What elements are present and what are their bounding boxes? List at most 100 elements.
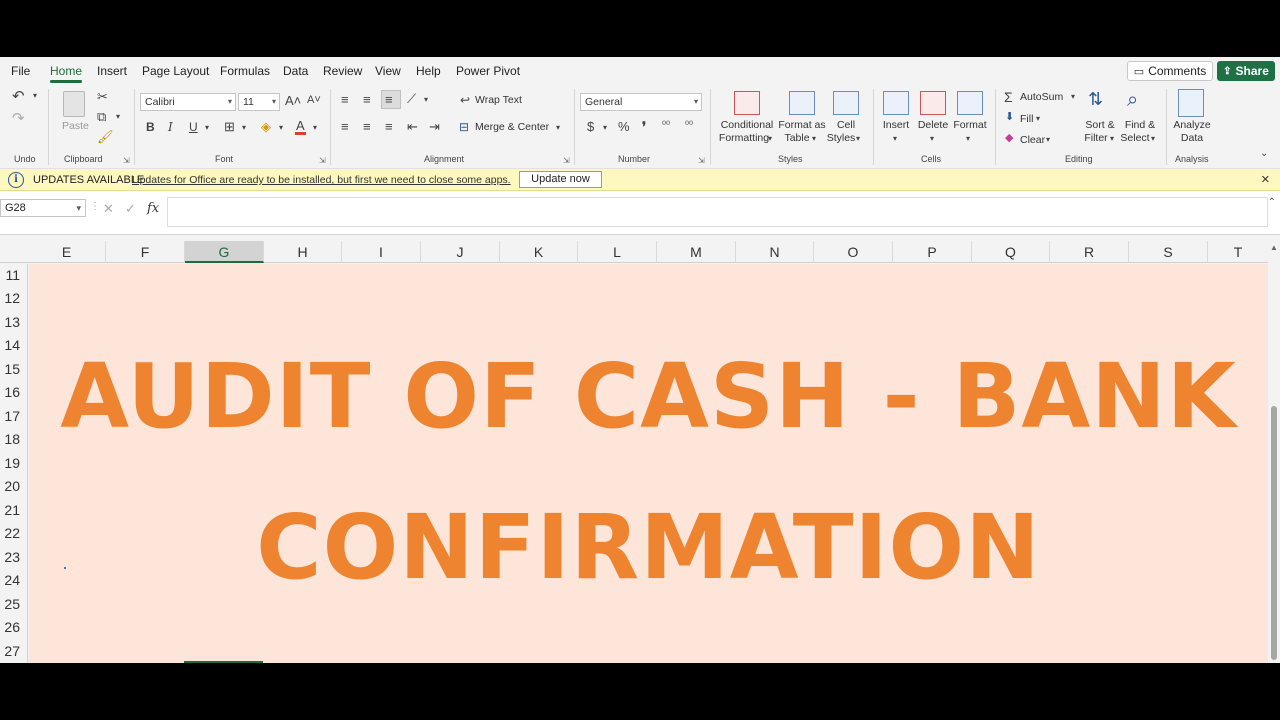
row-header[interactable]: 25 — [0, 596, 26, 612]
collapse-ribbon-icon[interactable]: ⌄ — [1260, 149, 1268, 159]
row-header[interactable]: 27 — [0, 643, 26, 659]
cell-styles-label-1[interactable]: Cell — [826, 119, 866, 132]
column-header-k[interactable]: K — [500, 241, 578, 263]
wrap-text-icon[interactable]: ↩ — [460, 94, 470, 106]
row-header[interactable]: 21 — [0, 502, 26, 518]
increase-font-icon[interactable]: A˄ — [285, 94, 301, 107]
row-header[interactable]: 11 — [0, 267, 26, 283]
format-as-table-icon[interactable] — [789, 91, 815, 115]
row-header[interactable]: 13 — [0, 314, 26, 330]
cancel-icon[interactable]: ✕ — [103, 201, 114, 217]
column-header-g[interactable]: G — [185, 241, 264, 263]
tab-insert[interactable]: Insert — [97, 64, 127, 78]
font-family-select[interactable]: Calibri ▾ — [140, 93, 236, 111]
chevron-down-icon[interactable]: ▾ — [966, 135, 970, 143]
analyze-data-label-2[interactable]: Data — [1170, 132, 1214, 145]
column-header-l[interactable]: L — [578, 241, 657, 263]
column-header-f[interactable]: F — [106, 241, 185, 263]
sort-filter-icon[interactable]: ⇅ — [1088, 90, 1103, 108]
analyze-data-icon[interactable] — [1178, 89, 1204, 117]
bold-icon[interactable]: B — [146, 121, 155, 133]
analyze-data-label-1[interactable]: Analyze — [1170, 119, 1214, 132]
row-header[interactable]: 17 — [0, 408, 26, 424]
enter-icon[interactable]: ✓ — [125, 201, 136, 217]
chevron-down-icon[interactable]: ▾ — [930, 135, 934, 143]
close-icon[interactable]: ✕ — [1261, 173, 1270, 186]
delete-cells-button[interactable]: Delete — [915, 119, 951, 132]
tab-file[interactable]: File — [11, 64, 30, 78]
decrease-font-icon[interactable]: A˅ — [307, 95, 321, 106]
column-header-s[interactable]: S — [1129, 241, 1208, 263]
paste-label[interactable]: Paste — [62, 120, 89, 133]
sort-filter-label-1[interactable]: Sort & — [1080, 119, 1120, 132]
worksheet-grid[interactable]: AUDIT OF CASH - BANK CONFIRMATION — [29, 264, 1268, 663]
row-header[interactable]: 16 — [0, 384, 26, 400]
chevron-down-icon[interactable]: ▾ — [556, 124, 560, 132]
underline-icon[interactable]: U — [189, 121, 198, 133]
conditional-formatting-label-2[interactable]: Formatting — [713, 132, 775, 145]
update-now-button[interactable]: Update now — [519, 171, 602, 188]
column-header-r[interactable]: R — [1050, 241, 1129, 263]
tab-help[interactable]: Help — [416, 64, 441, 78]
column-header-q[interactable]: Q — [972, 241, 1050, 263]
format-cells-icon[interactable] — [957, 91, 983, 115]
column-header-j[interactable]: J — [421, 241, 500, 263]
paste-icon[interactable] — [63, 91, 85, 117]
row-header[interactable]: 26 — [0, 619, 26, 635]
column-header-t[interactable]: T — [1208, 241, 1268, 263]
format-as-table-label-1[interactable]: Format as — [778, 119, 826, 132]
conditional-formatting-icon[interactable] — [734, 91, 760, 115]
clipboard-launcher-icon[interactable]: ⇲ — [123, 156, 130, 165]
copy-icon[interactable]: ⧉ — [97, 110, 106, 123]
chevron-down-icon[interactable]: ▾ — [279, 124, 283, 132]
tab-view[interactable]: View — [375, 64, 401, 78]
decrease-decimal-icon[interactable]: ⁰⁰ — [685, 121, 693, 131]
chevron-down-icon[interactable]: ▾ — [205, 124, 209, 132]
column-header-n[interactable]: N — [736, 241, 814, 263]
row-header[interactable]: 15 — [0, 361, 26, 377]
tab-power-pivot[interactable]: Power Pivot — [456, 64, 520, 78]
chevron-down-icon[interactable]: ▾ — [33, 92, 37, 100]
name-box[interactable]: G28 ▾ — [0, 199, 86, 217]
row-header[interactable]: 12 — [0, 290, 26, 306]
number-launcher-icon[interactable]: ⇲ — [698, 156, 705, 165]
font-color-icon[interactable]: A — [295, 119, 306, 135]
insert-cells-icon[interactable] — [883, 91, 909, 115]
borders-icon[interactable]: ⊞ — [224, 120, 235, 133]
align-top-icon[interactable]: ≡ — [341, 93, 349, 106]
merge-center-icon[interactable]: ⊟ — [459, 121, 469, 133]
chevron-down-icon[interactable]: ▾ — [1151, 135, 1155, 143]
tab-review[interactable]: Review — [323, 64, 362, 78]
share-button[interactable]: ⇪ Share — [1217, 61, 1275, 81]
currency-icon[interactable]: $ — [587, 120, 594, 133]
cell-styles-icon[interactable] — [833, 91, 859, 115]
row-header[interactable]: 14 — [0, 337, 26, 353]
insert-function-icon[interactable]: fx — [147, 201, 159, 216]
more-options-icon[interactable]: ⋮ — [90, 201, 100, 212]
chevron-down-icon[interactable]: ▾ — [1036, 115, 1040, 123]
chevron-down-icon[interactable]: ▾ — [242, 124, 246, 132]
find-select-label-1[interactable]: Find & — [1120, 119, 1160, 132]
expand-formula-bar-icon[interactable]: ⌃ — [1268, 197, 1276, 208]
alignment-launcher-icon[interactable]: ⇲ — [563, 156, 570, 165]
autosum-icon[interactable]: Σ — [1004, 90, 1013, 104]
chevron-down-icon[interactable]: ▾ — [424, 96, 428, 104]
row-header[interactable]: 23 — [0, 549, 26, 565]
clear-icon[interactable]: ◆ — [1005, 133, 1013, 144]
row-header[interactable]: 24 — [0, 572, 26, 588]
increase-decimal-icon[interactable]: ⁰⁰ — [662, 121, 670, 131]
column-header-m[interactable]: M — [657, 241, 736, 263]
format-painter-icon[interactable]: 🖌 — [97, 130, 114, 143]
conditional-formatting-label-1[interactable]: Conditional — [716, 119, 778, 132]
align-middle-icon[interactable]: ≡ — [363, 93, 371, 106]
find-select-label-2[interactable]: Select — [1115, 132, 1155, 145]
vertical-scrollbar[interactable]: ▲ — [1268, 241, 1280, 663]
redo-icon[interactable]: ↷ — [12, 111, 25, 126]
delete-cells-icon[interactable] — [920, 91, 946, 115]
align-left-icon[interactable]: ≡ — [341, 120, 349, 133]
column-header-e[interactable]: E — [28, 241, 106, 263]
formula-input[interactable] — [167, 197, 1268, 227]
chevron-down-icon[interactable]: ▾ — [768, 135, 772, 143]
row-header[interactable]: 19 — [0, 455, 26, 471]
fill-button[interactable]: Fill — [1020, 113, 1033, 126]
